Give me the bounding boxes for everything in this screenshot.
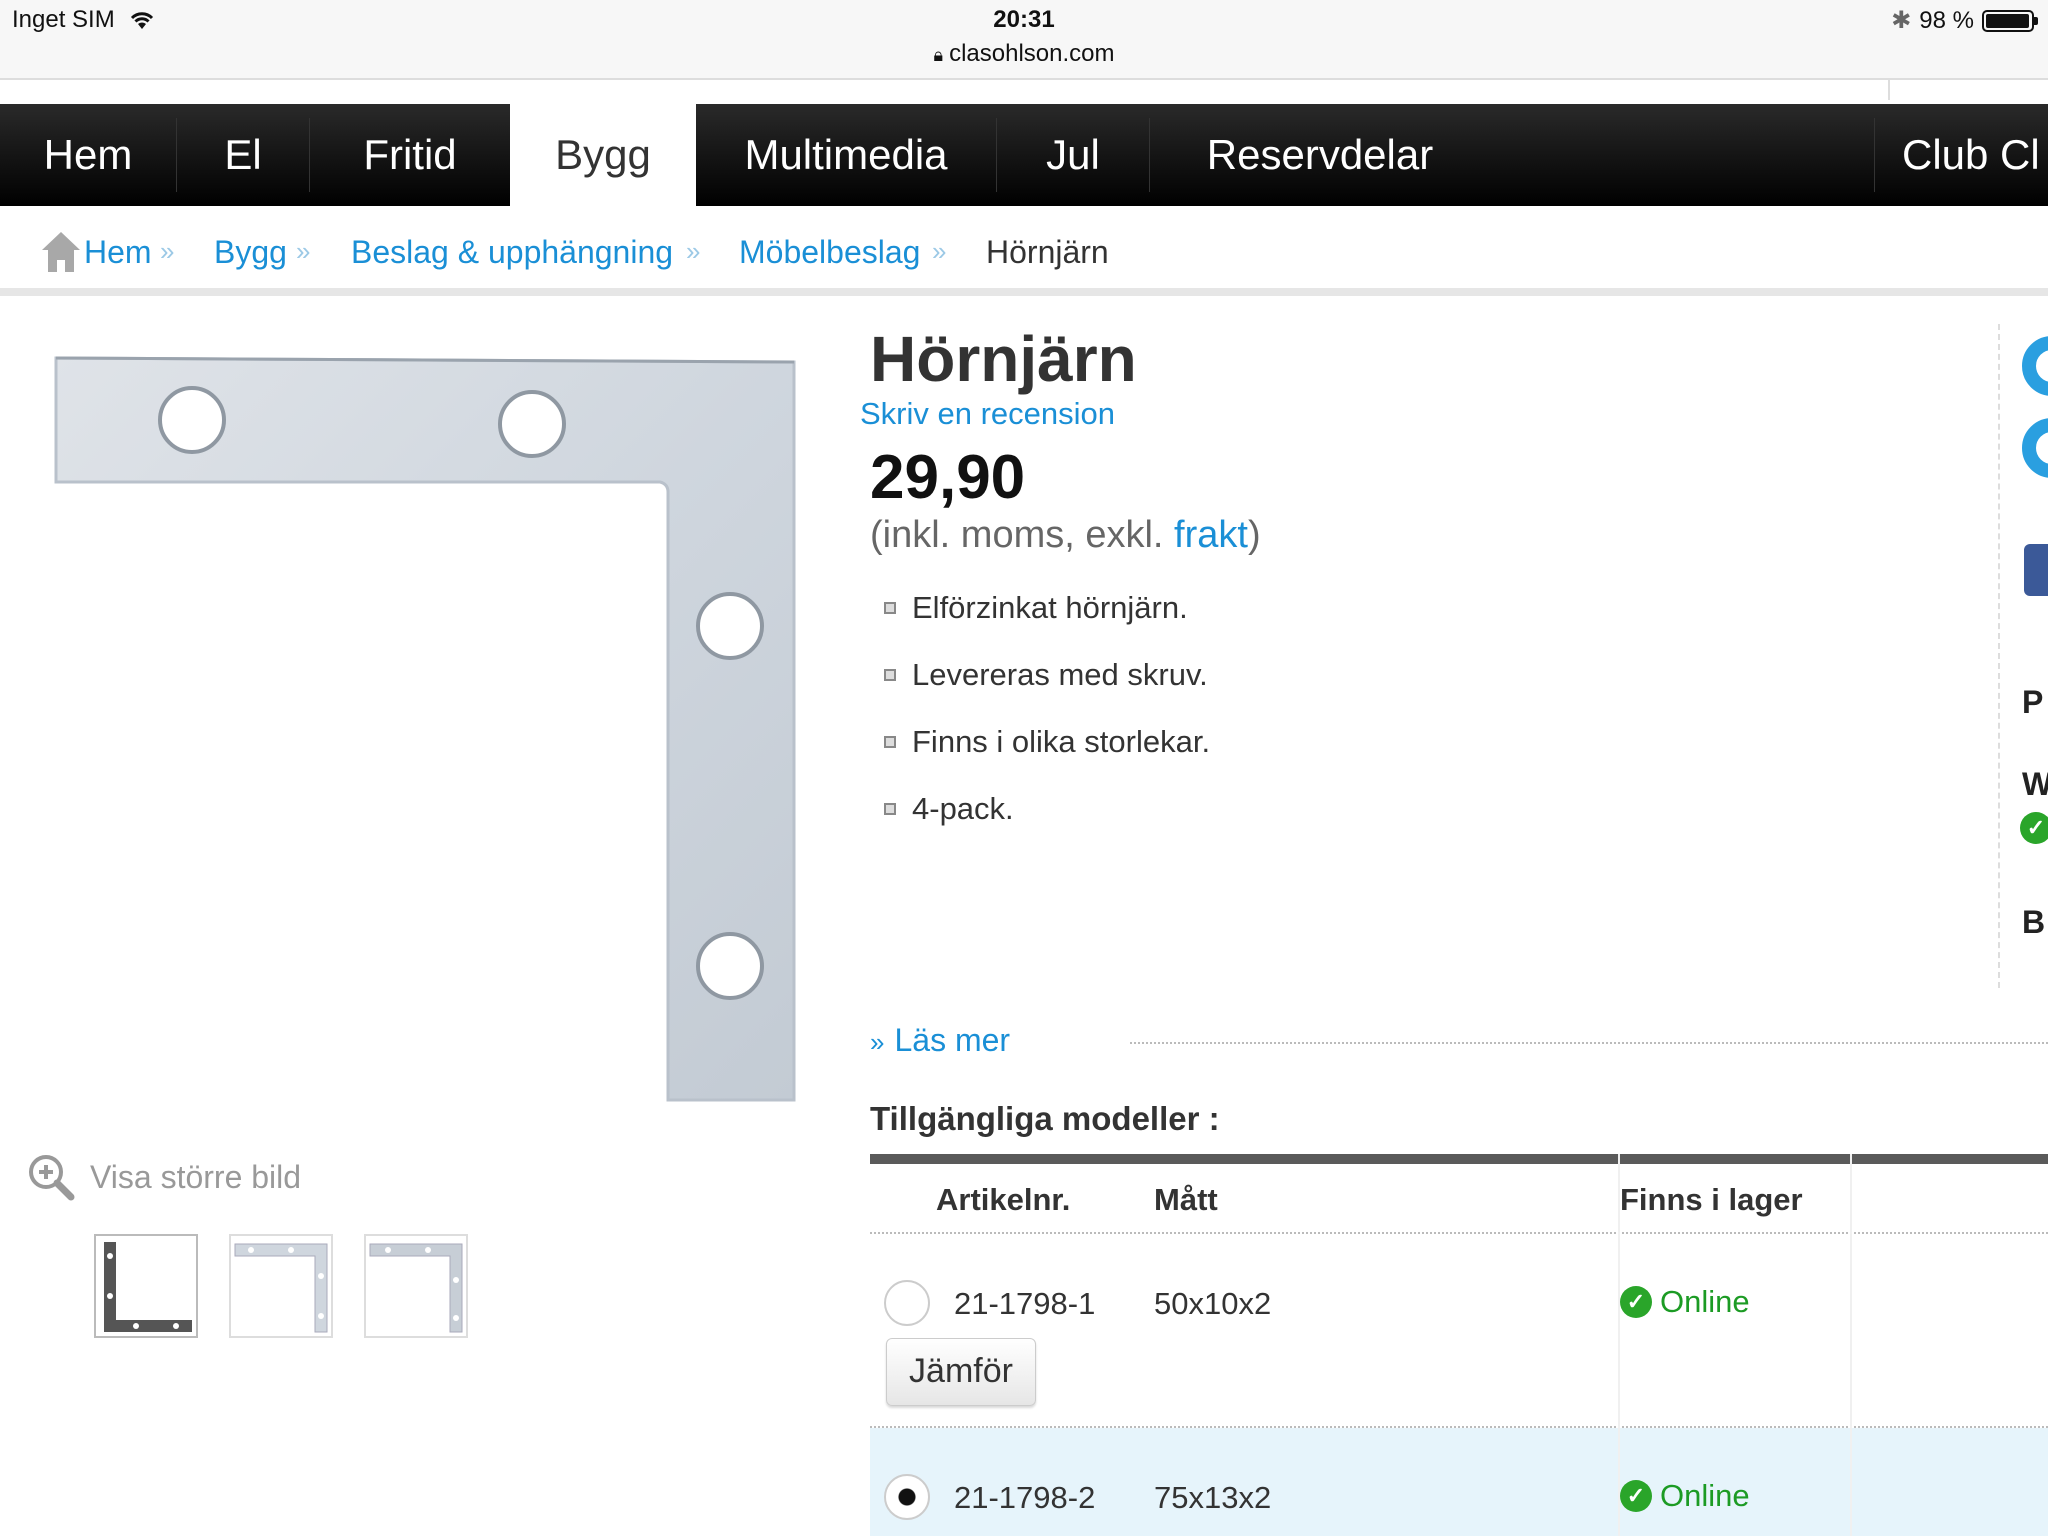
breadcrumb-current: Hörnjärn [986, 234, 1109, 270]
check-icon: ✓ [1620, 1286, 1652, 1318]
address-bar[interactable]: 🔒︎ clasohlson.com [0, 40, 2048, 68]
bluetooth-icon: ✱ [1891, 7, 1912, 34]
status-bar: Inget SIM 20:31 🔒︎ clasohlson.com ✱ 98 % [0, 0, 2048, 80]
article-number: 21-1798-2 [954, 1480, 1096, 1515]
model-radio[interactable] [884, 1280, 930, 1326]
bullet-icon [884, 602, 896, 614]
compare-button[interactable]: Jämför [886, 1338, 1036, 1406]
bullet-icon [884, 803, 896, 815]
breadcrumb-beslag[interactable]: Beslag & upphängning [351, 234, 673, 271]
thumbnail-image [234, 1243, 328, 1333]
nav-item-el[interactable]: El [177, 104, 309, 206]
facebook-icon[interactable] [2024, 544, 2048, 596]
models-heading: Tillgängliga modeller : [870, 1100, 1220, 1137]
zoom-in-icon [29, 1155, 75, 1201]
bullet-icon [884, 669, 896, 681]
table-row [870, 1234, 2048, 1426]
column-header-size: Mått [1154, 1182, 1218, 1217]
model-radio[interactable] [884, 1474, 930, 1520]
divider [0, 288, 2048, 296]
chevron-right-icon: » [870, 1027, 885, 1057]
divider [0, 78, 2048, 80]
lock-icon: 🔒︎ [933, 45, 944, 65]
divider [1888, 80, 1890, 100]
nav-item-jul[interactable]: Jul [997, 104, 1149, 206]
product-image[interactable] [50, 354, 806, 1106]
thumbnail-image [369, 1243, 463, 1333]
column-divider [1618, 1154, 1620, 1536]
home-icon[interactable] [40, 230, 82, 274]
nav-item-club[interactable]: Club Cl [1876, 104, 2048, 206]
breadcrumb-mobelbeslag[interactable]: Möbelbeslag [739, 234, 920, 271]
panel-label: B [2022, 904, 2046, 940]
breadcrumb-bygg[interactable]: Bygg [214, 234, 287, 271]
write-review-link[interactable]: Skriv en recension [860, 396, 1115, 432]
battery-icon [1982, 9, 2038, 32]
product-title: Hörnjärn [870, 323, 1137, 395]
panel-label: W [2022, 766, 2048, 802]
thumbnail[interactable] [94, 1234, 198, 1338]
battery-status: ✱ 98 % [1891, 6, 2038, 35]
circle-logo-icon [2022, 336, 2048, 396]
thumbnail[interactable] [364, 1234, 468, 1338]
nav-item-fritid[interactable]: Fritid [310, 104, 510, 206]
chevron-right-icon: » [296, 236, 311, 266]
column-header-stock: Finns i lager [1620, 1182, 1803, 1217]
divider [1130, 1042, 2048, 1044]
circle-logo-icon [2022, 418, 2048, 478]
thumbnail-image [104, 1242, 192, 1332]
check-icon: ✓ [1620, 1480, 1652, 1512]
nav-separator [1874, 118, 1875, 192]
read-more-link[interactable]: » Läs mer [870, 1022, 1010, 1059]
main-nav: Hem El Fritid Bygg Multimedia Jul Reserv… [0, 104, 2048, 208]
size-value: 75x13x2 [1154, 1480, 1272, 1515]
stock-status: ✓ Online [1620, 1284, 1750, 1320]
chevron-right-icon: » [686, 236, 701, 266]
nav-item-multimedia[interactable]: Multimedia [696, 104, 996, 206]
feature-item: Elförzinkat hörnjärn. [884, 590, 1188, 626]
shipping-link[interactable]: frakt [1174, 514, 1248, 556]
table-top-bar [870, 1154, 2048, 1164]
check-icon: ✓ [2020, 812, 2048, 844]
column-header-article: Artikelnr. [936, 1182, 1071, 1217]
panel-label: P [2022, 684, 2044, 720]
breadcrumb: Hem » Bygg » Beslag & upphängning » Möbe… [0, 218, 2048, 288]
thumbnail[interactable] [229, 1234, 333, 1338]
product-price: 29,90 [870, 443, 1026, 512]
feature-item: Levereras med skruv. [884, 657, 1208, 693]
breadcrumb-hem[interactable]: Hem [84, 234, 152, 271]
article-number: 21-1798-1 [954, 1286, 1096, 1321]
stock-status: ✓ Online [1620, 1478, 1750, 1514]
panel-divider [1998, 324, 2000, 988]
chevron-right-icon: » [160, 236, 175, 266]
feature-item: Finns i olika storlekar. [884, 724, 1210, 760]
column-divider [1850, 1154, 1852, 1536]
view-larger-image[interactable]: Visa större bild [26, 1152, 301, 1202]
chevron-right-icon: » [932, 236, 947, 266]
feature-item: 4-pack. [884, 791, 1014, 827]
size-value: 50x10x2 [1154, 1286, 1272, 1321]
nav-item-hem[interactable]: Hem [0, 104, 176, 206]
vat-note: (inkl. moms, exkl. frakt) [870, 514, 1261, 556]
nav-item-bygg[interactable]: Bygg [510, 104, 696, 208]
clock: 20:31 [993, 6, 1055, 33]
nav-item-reservdelar[interactable]: Reservdelar [1150, 104, 1490, 206]
bullet-icon [884, 736, 896, 748]
